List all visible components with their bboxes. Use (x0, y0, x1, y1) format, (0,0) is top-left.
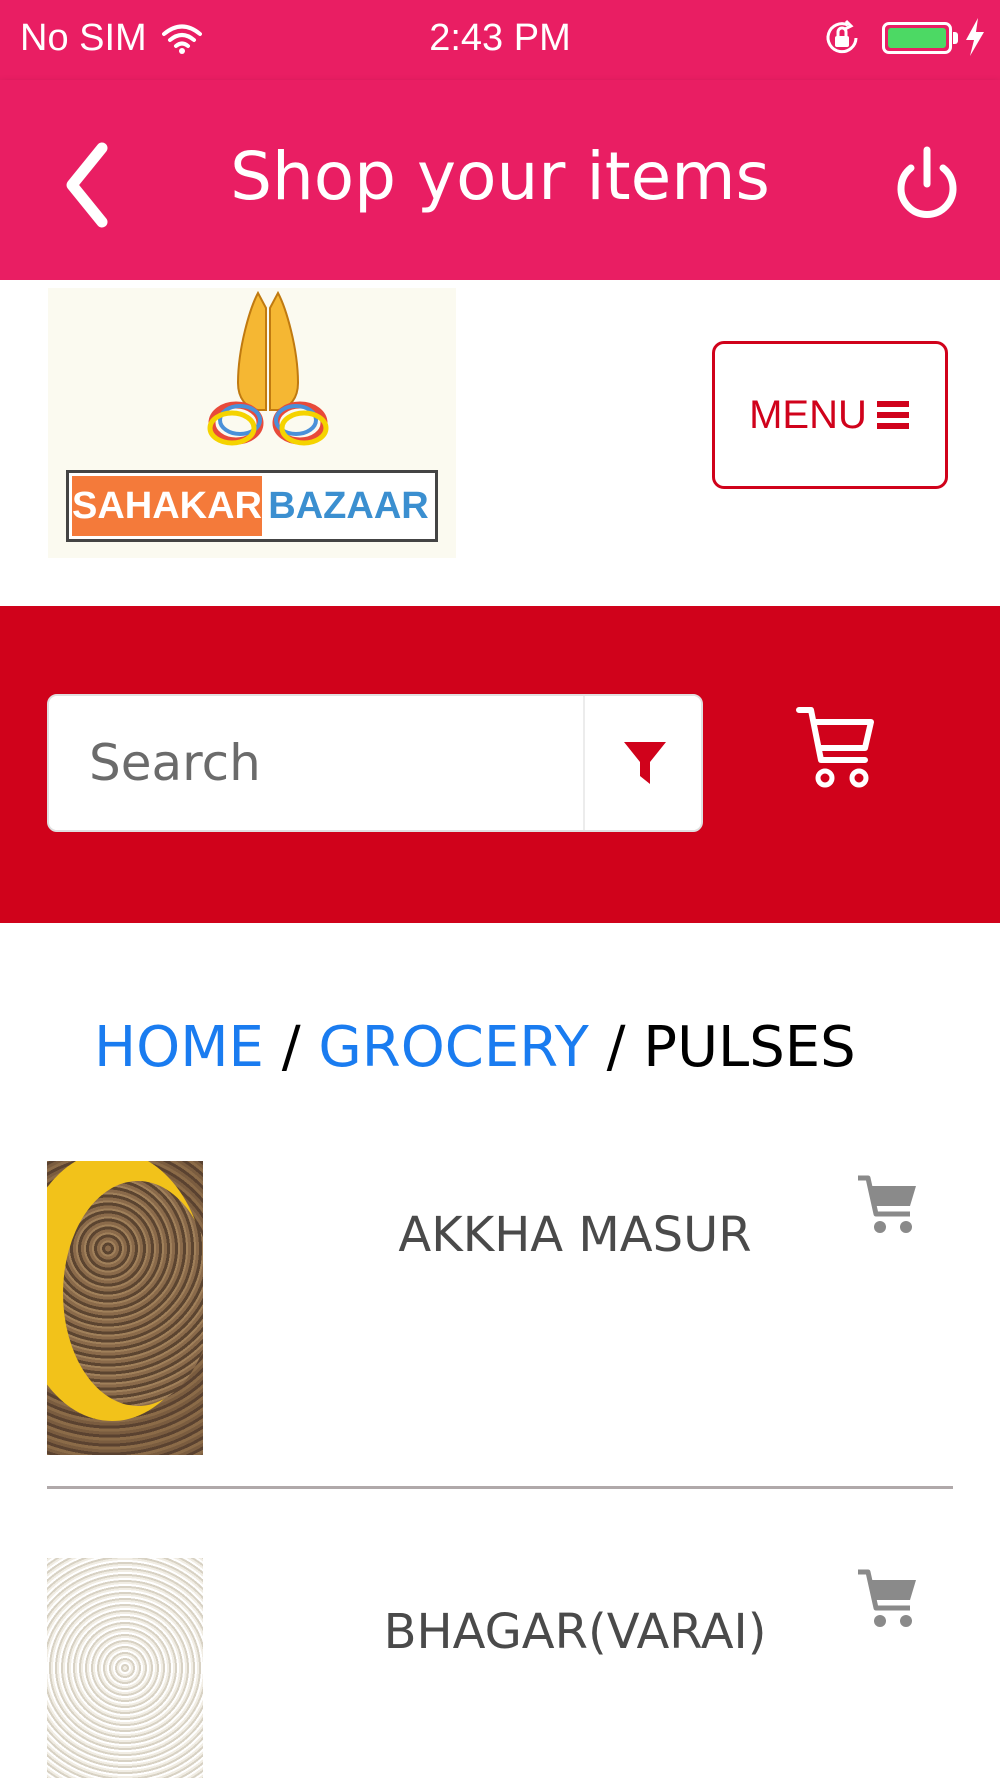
list-item[interactable]: AKKHA MASUR (47, 1161, 953, 1461)
breadcrumb: HOME / GROCERY / PULSES (94, 1015, 856, 1080)
logo-text-sahakar: SAHAKAR (72, 476, 262, 536)
filter-icon (624, 742, 666, 784)
menu-label: MENU (749, 392, 867, 437)
charging-icon (964, 18, 986, 66)
hamburger-icon (876, 401, 909, 429)
breadcrumb-pulses: PULSES (643, 1015, 856, 1080)
add-to-cart-button[interactable] (856, 1568, 918, 1630)
search-box (47, 694, 703, 832)
add-to-cart-button[interactable] (856, 1174, 918, 1236)
namaste-hands-icon (207, 290, 329, 446)
sahakar-bazaar-logo: SAHAKAR BAZAAR (48, 288, 456, 558)
battery-tip (953, 32, 958, 44)
logo-text-bazaar: BAZAAR (265, 476, 432, 536)
logo-banner: SAHAKAR BAZAAR (66, 470, 438, 542)
cart-button[interactable] (795, 704, 875, 790)
breadcrumb-separator: / (606, 1015, 626, 1080)
rotation-lock-icon (822, 18, 862, 68)
product-image[interactable] (47, 1558, 203, 1778)
add-to-cart-icon (858, 1175, 916, 1233)
search-input[interactable] (49, 696, 583, 830)
breadcrumb-separator: / (281, 1015, 301, 1080)
product-name[interactable]: BHAGAR(VARAI) (217, 1604, 933, 1660)
filter-button[interactable] (583, 696, 701, 830)
menu-button[interactable]: MENU (712, 341, 948, 489)
status-bar: No SIM 2:43 PM (0, 0, 1000, 80)
battery-icon (882, 22, 952, 54)
breadcrumb-grocery[interactable]: GROCERY (318, 1015, 588, 1080)
list-divider (47, 1486, 953, 1489)
cart-icon (796, 707, 874, 788)
product-name[interactable]: AKKHA MASUR (217, 1207, 933, 1263)
product-image[interactable] (47, 1161, 203, 1455)
logout-button[interactable] (892, 140, 962, 230)
list-item[interactable]: BHAGAR(VARAI) (47, 1558, 953, 1778)
add-to-cart-icon (858, 1569, 916, 1627)
power-icon (897, 146, 957, 218)
page-title: Shop your items (230, 138, 770, 215)
navigation-bar: Shop your items (0, 80, 1000, 280)
search-band (0, 606, 1000, 923)
breadcrumb-home[interactable]: HOME (94, 1015, 264, 1080)
